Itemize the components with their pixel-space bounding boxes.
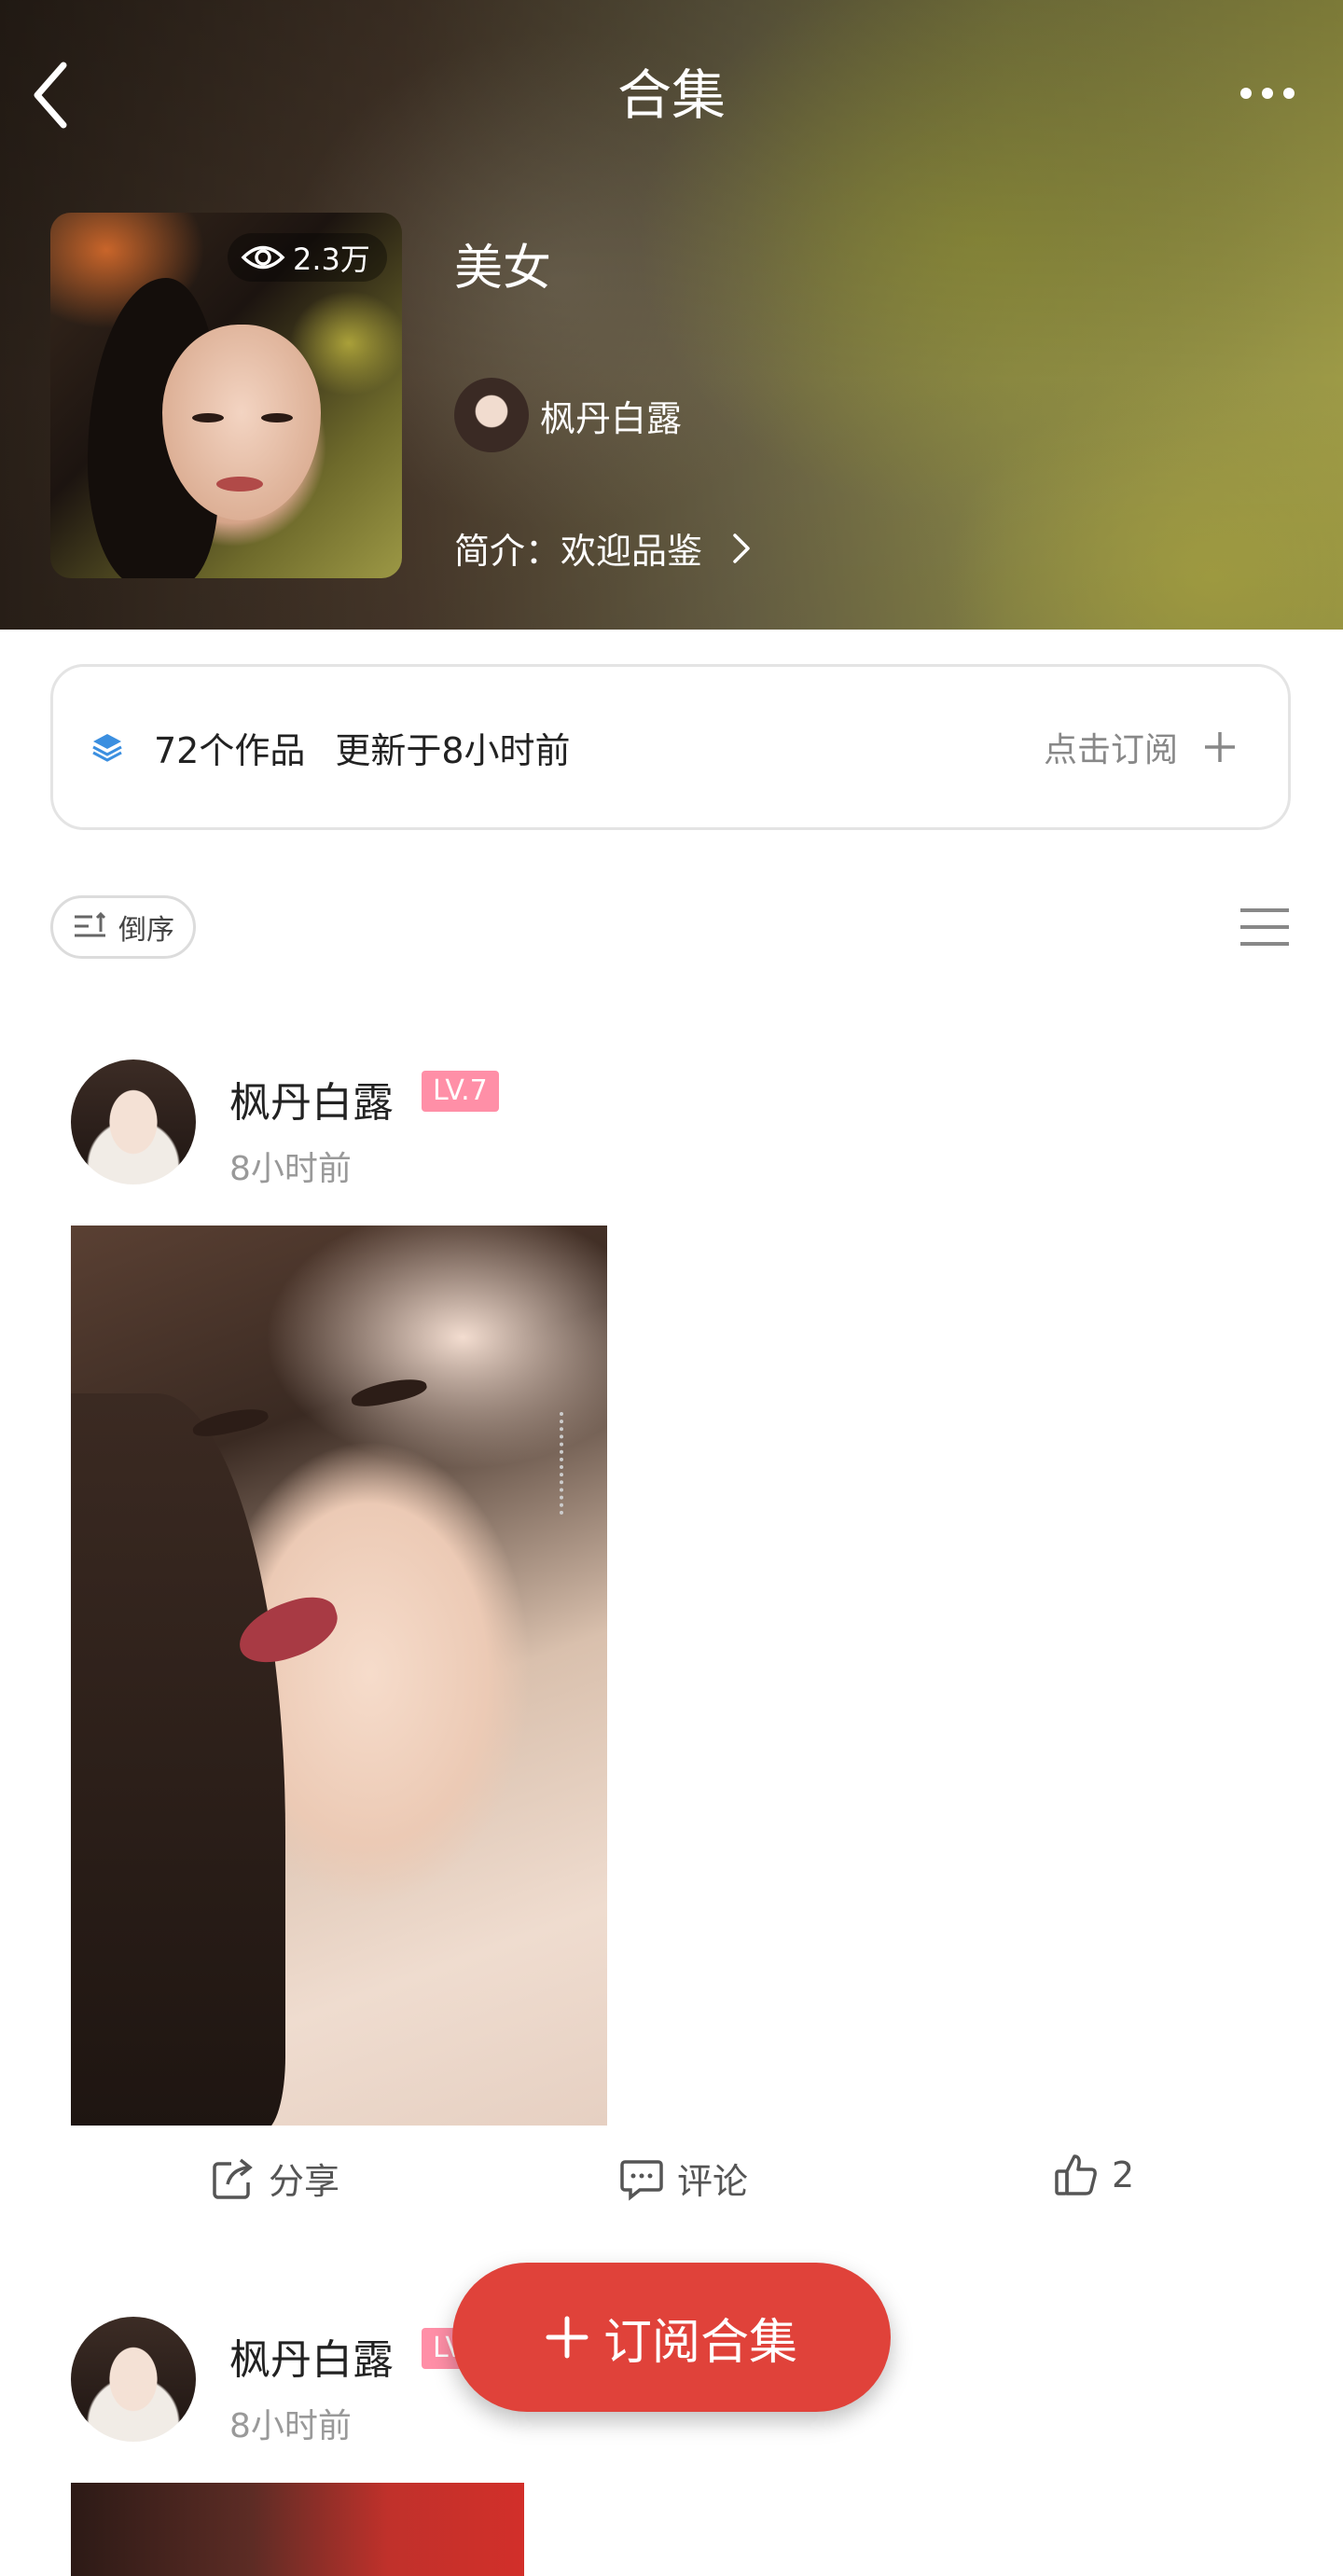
- comment-button[interactable]: 评论: [619, 2153, 748, 2204]
- post-time: 8小时前: [229, 1150, 352, 1188]
- update-time: 更新于8小时前: [335, 729, 571, 771]
- collection-intro[interactable]: 简介：欢迎品鉴: [454, 522, 753, 574]
- cover-lips-shape: [216, 477, 263, 492]
- share-icon: [213, 2158, 253, 2199]
- collection-stats-card: 72个作品 更新于8小时前 点击订阅: [50, 664, 1291, 830]
- level-badge: LV.7: [422, 1071, 499, 1112]
- subscribe-collection-button[interactable]: 订阅合集: [452, 2263, 891, 2412]
- photo-hair-shape: [71, 1393, 285, 2126]
- photo-eye-shape: [190, 1404, 270, 1441]
- subscribe-label[interactable]: 点击订阅: [1044, 723, 1178, 771]
- sort-label: 倒序: [118, 914, 174, 947]
- collection-cover-image[interactable]: 2.3万: [50, 213, 402, 578]
- thumbs-up-icon: [1055, 2154, 1097, 2195]
- cover-eye-shape: [192, 413, 224, 422]
- layers-icon: [92, 734, 122, 762]
- collection-owner[interactable]: 枫丹白露: [454, 378, 682, 452]
- like-count: 2: [1112, 2154, 1135, 2195]
- post-time: 8小时前: [229, 2407, 352, 2445]
- photo-eye-shape: [349, 1374, 429, 1411]
- plus-icon[interactable]: [1202, 729, 1238, 765]
- sort-order-button[interactable]: 倒序: [50, 895, 196, 959]
- subscribe-collection-label: 订阅合集: [602, 2314, 797, 2371]
- works-count: 72个作品: [154, 729, 306, 771]
- avatar[interactable]: [454, 378, 529, 452]
- subscribe-link[interactable]: 点击订阅: [1044, 723, 1238, 771]
- comment-label: 评论: [677, 2161, 749, 2202]
- plus-icon: [546, 2316, 588, 2359]
- like-button[interactable]: 2: [1054, 2153, 1134, 2197]
- share-button[interactable]: 分享: [211, 2153, 339, 2204]
- intro-text: 简介：欢迎品鉴: [454, 531, 703, 572]
- post-author[interactable]: 枫丹白露: [229, 2326, 394, 2386]
- collection-header: 合集 2.3万 美女 枫丹白露 简介：欢迎品鉴: [0, 0, 1343, 630]
- sort-icon: [75, 911, 106, 937]
- views-count: 2.3万: [293, 242, 370, 277]
- post-actions: 分享 评论 2: [0, 2153, 1343, 2218]
- post-item: 枫丹白露 LV.7 8小时前 分享 评论 2: [0, 1059, 1343, 2253]
- post-image[interactable]: [71, 1226, 607, 2126]
- photo-earring-shape: [547, 1412, 563, 1515]
- more-dots-icon[interactable]: [1239, 73, 1296, 114]
- share-label: 分享: [269, 2161, 340, 2202]
- post-author[interactable]: 枫丹白露: [229, 1069, 394, 1129]
- collection-name: 美女: [454, 241, 552, 297]
- chevron-right-icon: [733, 533, 750, 563]
- eye-icon: [241, 245, 285, 270]
- views-badge: 2.3万: [228, 233, 387, 282]
- post-image[interactable]: [71, 2483, 524, 2576]
- comment-icon: [620, 2159, 663, 2201]
- page-title: 合集: [616, 63, 726, 127]
- avatar[interactable]: [71, 1059, 196, 1184]
- list-view-icon[interactable]: [1240, 907, 1289, 948]
- owner-name[interactable]: 枫丹白露: [540, 390, 682, 441]
- cover-eye-shape: [261, 413, 293, 422]
- avatar[interactable]: [71, 2317, 196, 2442]
